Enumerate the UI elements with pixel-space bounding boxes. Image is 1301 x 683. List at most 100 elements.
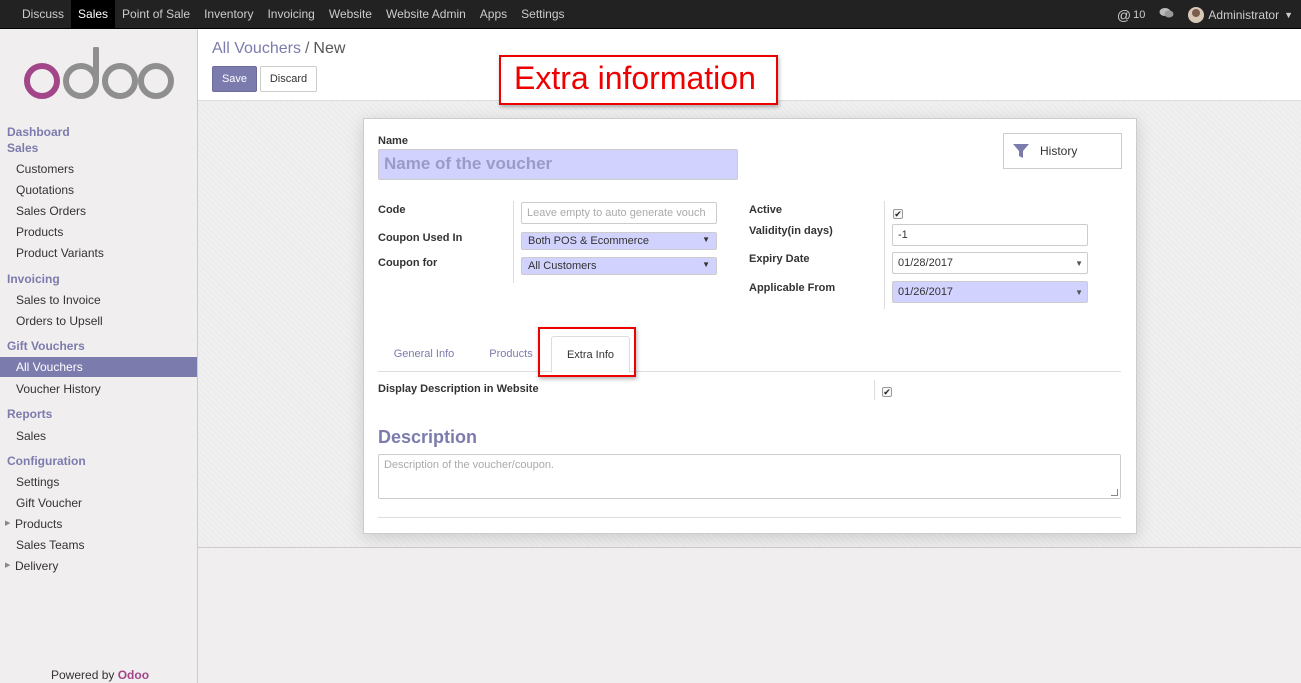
sidebar: Dashboard Sales Customers Quotations Sal… <box>0 29 198 683</box>
sidebar-item-quotations[interactable]: Quotations <box>0 180 197 200</box>
breadcrumb: All Vouchers / New <box>212 40 345 58</box>
divider <box>884 201 885 309</box>
coupon-for-label: Coupon for <box>378 257 438 269</box>
coupon-used-in-select[interactable]: Both POS & Ecommerce ▼ <box>521 232 717 250</box>
breadcrumb-separator: / <box>304 40 310 57</box>
dropdown-arrow-icon: ▼ <box>702 260 710 269</box>
annotation-text: Extra information <box>514 60 756 96</box>
name-input[interactable]: Name of the voucher <box>378 149 738 180</box>
tab-general-info[interactable]: General Info <box>378 336 470 372</box>
sidebar-item-delivery[interactable]: ▶ Delivery <box>0 556 197 576</box>
sidebar-item-voucher-history[interactable]: Voucher History <box>0 379 197 399</box>
sidebar-head-dashboard[interactable]: Dashboard <box>7 125 70 139</box>
coupon-used-in-value: Both POS & Ecommerce <box>528 235 650 247</box>
sidebar-item-customers[interactable]: Customers <box>0 159 197 179</box>
caret-right-icon: ▶ <box>5 562 11 569</box>
breadcrumb-all-vouchers[interactable]: All Vouchers <box>212 40 301 57</box>
sidebar-item-reports-sales[interactable]: Sales <box>0 426 197 446</box>
display-description-label: Display Description in Website <box>378 383 539 395</box>
mentions-button[interactable]: @ 10 <box>1117 7 1145 23</box>
divider <box>874 380 875 400</box>
form-sheet: Name Name of the voucher History Code Le… <box>363 118 1137 534</box>
menu-invoicing[interactable]: Invoicing <box>260 0 321 29</box>
sidebar-item-label: Delivery <box>15 559 59 573</box>
user-name: Administrator <box>1208 7 1280 22</box>
annotation-callout: Extra information <box>499 55 778 105</box>
menu-website-admin[interactable]: Website Admin <box>379 0 473 29</box>
coupon-for-select[interactable]: All Customers ▼ <box>521 257 717 275</box>
expiry-date-label: Expiry Date <box>749 253 810 265</box>
app-menu: Discuss Sales Point of Sale Inventory In… <box>15 0 572 29</box>
powered-by-text: Powered by <box>51 668 115 682</box>
at-icon: @ <box>1116 6 1132 23</box>
mentions-count: 10 <box>1133 8 1146 21</box>
breadcrumb-current: New <box>313 40 346 57</box>
display-description-checkbox[interactable]: ✔ <box>882 387 892 397</box>
chat-bubbles-icon[interactable] <box>1159 7 1174 22</box>
sidebar-head-sales[interactable]: Sales <box>7 141 38 155</box>
menu-sales[interactable]: Sales <box>71 0 116 29</box>
sidebar-head-invoicing[interactable]: Invoicing <box>7 272 60 286</box>
user-menu[interactable]: Administrator ▼ <box>1188 6 1293 23</box>
powered-by-brand[interactable]: Odoo <box>118 668 149 682</box>
validity-input[interactable]: -1 <box>892 224 1088 246</box>
chevron-down-icon: ▼ <box>1284 9 1293 20</box>
validity-label: Validity(in days) <box>749 225 833 237</box>
history-label: History <box>1040 144 1078 158</box>
description-title: Description <box>378 427 478 447</box>
divider <box>378 517 1121 518</box>
menu-settings[interactable]: Settings <box>514 0 571 29</box>
sidebar-item-product-variants[interactable]: Product Variants <box>0 243 197 263</box>
sidebar-head-gift-vouchers[interactable]: Gift Vouchers <box>7 339 85 353</box>
form-view: Name Name of the voucher History Code Le… <box>198 101 1301 548</box>
chevron-down-icon: ▼ <box>1075 259 1083 268</box>
description-textarea[interactable]: Description of the voucher/coupon. <box>378 454 1121 499</box>
avatar <box>1188 6 1205 23</box>
sidebar-item-sales-teams[interactable]: Sales Teams <box>0 535 197 555</box>
powered-by: Powered by Odoo <box>51 668 149 682</box>
coupon-used-in-label: Coupon Used In <box>378 232 463 244</box>
code-label: Code <box>378 204 406 216</box>
sidebar-item-sales-to-invoice[interactable]: Sales to Invoice <box>0 290 197 310</box>
applicable-from-value: 01/26/2017 <box>898 286 954 298</box>
filter-icon <box>1013 144 1029 158</box>
coupon-for-value: All Customers <box>528 260 597 272</box>
resize-handle-icon[interactable] <box>1111 489 1118 496</box>
sidebar-item-products[interactable]: Products <box>0 222 197 242</box>
sidebar-head-configuration[interactable]: Configuration <box>7 454 86 468</box>
name-label: Name <box>378 135 408 147</box>
menu-discuss[interactable]: Discuss <box>15 0 71 29</box>
sidebar-item-all-vouchers[interactable]: All Vouchers <box>0 357 197 377</box>
menu-apps[interactable]: Apps <box>473 0 514 29</box>
sidebar-item-settings[interactable]: Settings <box>0 472 197 492</box>
dropdown-arrow-icon: ▼ <box>702 235 710 244</box>
code-input[interactable]: Leave empty to auto generate vouch <box>521 202 717 224</box>
notebook-tabs: General Info Products Extra Info <box>378 336 1121 373</box>
sidebar-item-config-products[interactable]: ▶ Products <box>0 514 197 534</box>
history-button[interactable]: History <box>1003 133 1122 169</box>
top-navbar: Discuss Sales Point of Sale Inventory In… <box>0 0 1301 29</box>
save-button[interactable]: Save <box>212 66 257 92</box>
divider <box>513 201 514 283</box>
annotation-highlight-box <box>538 327 636 377</box>
sidebar-item-gift-voucher[interactable]: Gift Voucher <box>0 493 197 513</box>
odoo-logo[interactable] <box>22 47 174 101</box>
expiry-date-value: 01/28/2017 <box>898 257 954 269</box>
caret-right-icon: ▶ <box>5 520 11 527</box>
chevron-down-icon: ▼ <box>1075 288 1083 297</box>
discard-button[interactable]: Discard <box>260 66 317 92</box>
sidebar-item-label: Products <box>15 517 63 531</box>
applicable-from-input[interactable]: 01/26/2017 ▼ <box>892 281 1088 303</box>
expiry-date-input[interactable]: 01/28/2017 ▼ <box>892 252 1088 274</box>
sidebar-item-sales-orders[interactable]: Sales Orders <box>0 201 197 221</box>
applicable-from-label: Applicable From <box>749 282 836 294</box>
sidebar-item-orders-to-upsell[interactable]: Orders to Upsell <box>0 311 197 331</box>
sidebar-head-reports[interactable]: Reports <box>7 407 52 421</box>
menu-website[interactable]: Website <box>322 0 379 29</box>
content-bottom <box>198 548 1301 683</box>
active-label: Active <box>749 204 783 216</box>
menu-point-of-sale[interactable]: Point of Sale <box>115 0 197 29</box>
description-placeholder: Description of the voucher/coupon. <box>384 459 554 471</box>
active-checkbox[interactable]: ✔ <box>893 209 903 219</box>
menu-inventory[interactable]: Inventory <box>197 0 260 29</box>
